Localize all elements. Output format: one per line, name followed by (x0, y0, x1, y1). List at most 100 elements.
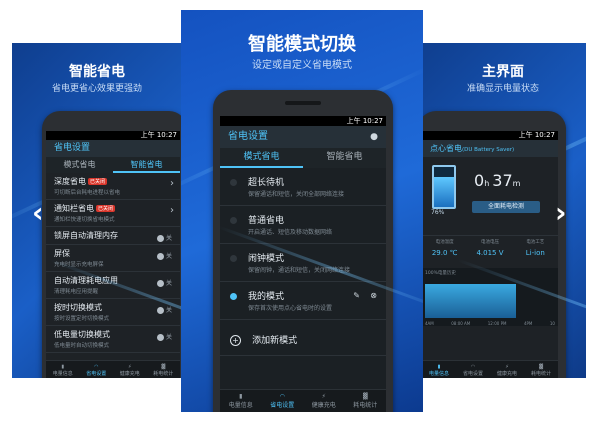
stat-label: 电池温度 (435, 240, 454, 245)
nav-label: 省电设置 (86, 371, 107, 377)
detect-button[interactable]: 全面耗电检测 (472, 201, 540, 213)
mode-row[interactable]: 闹钟模式 保留闹钟，通话和短信，关闭网络连接 (220, 244, 386, 282)
left-hero-title: 智能省电 (69, 64, 125, 80)
nav-gauge[interactable]: ◠ 省电设置 (456, 361, 490, 378)
next-arrow-icon[interactable]: › (555, 196, 567, 229)
chart-tick-label: 12:00 PM (487, 321, 507, 326)
close-icon[interactable]: ⊗ (370, 291, 377, 300)
setting-row[interactable]: 深度省电 已关闭 可切断后台耗电进程以省电 › (46, 173, 180, 200)
setting-row[interactable]: 按时切换模式按时设置定时切换模式 关 (46, 299, 180, 326)
nav-gauge[interactable]: ◠ 省电设置 (80, 361, 114, 378)
status-badge: 已关闭 (96, 205, 116, 212)
setting-row[interactable]: 锁屏自动清理内存 关 (46, 227, 180, 245)
nav-label: 健康充电 (311, 402, 336, 409)
toggle-switch[interactable]: 关 (156, 233, 172, 242)
user-icon[interactable]: ● (370, 126, 378, 148)
nav-battery[interactable]: ▮ 电量信息 (46, 361, 80, 378)
gauge-icon: ◠ (279, 393, 285, 400)
gauge-icon: ◠ (470, 364, 476, 370)
stat-value: 4.015 V (476, 249, 504, 257)
nav-label: 耗电统计 (530, 371, 551, 377)
mode-row[interactable]: 超长待机 保留通话和短信，关闭全部网络连接 (220, 168, 386, 206)
battery-percent: 76% (431, 209, 445, 216)
left-tab-mode[interactable]: 模式省电 (46, 157, 113, 173)
nav-label: 耗电统计 (353, 402, 378, 409)
toggle-knob-icon (156, 253, 164, 260)
nav-label: 电量信息 (52, 371, 73, 377)
nav-charging[interactable]: ⚡ 健康充电 (113, 361, 147, 378)
left-phone: 上午 10:27 省电设置 模式省电 智能省电 深度省电 已关闭 可切断后台耗电进程… (42, 111, 182, 378)
stat-value: Li-ion (525, 249, 545, 257)
battery-stat: 电池温度 29.0 ℃ (422, 236, 467, 268)
toggle-knob-icon (156, 235, 164, 242)
charging-icon: ⚡ (505, 364, 509, 370)
right-phone: 上午 10:27 点心省电(DU Battery Saver) 76% 0h 37… (420, 111, 566, 378)
toggle-switch[interactable]: 关 (156, 251, 172, 260)
chart-tick-label: 4AM (425, 321, 434, 326)
center-tab-smart[interactable]: 智能省电 (303, 148, 386, 168)
chevron-right-icon: › (170, 178, 174, 189)
nav-label: 电量信息 (428, 371, 449, 377)
setting-desc: 充电时显示充电屏保 (54, 262, 104, 268)
nav-battery[interactable]: ▮ 电量信息 (422, 361, 456, 378)
add-icon: + (230, 335, 241, 346)
stats-icon: ▓ (362, 393, 368, 400)
mode-desc: 保留闹钟，通话和短信，关闭网络连接 (248, 267, 351, 274)
nav-label: 健康充电 (496, 371, 517, 377)
battery-stat: 电池工艺 Li-ion (513, 236, 558, 268)
chart-tick-label: 10 (549, 321, 555, 326)
setting-desc: 低电量时自动切换模式 (54, 343, 110, 349)
nav-gauge[interactable]: ◠ 省电设置 (262, 390, 304, 412)
center-tab-mode[interactable]: 模式省电 (220, 148, 303, 168)
left-tab-smart[interactable]: 智能省电 (113, 157, 180, 173)
radio-icon[interactable] (230, 217, 237, 224)
setting-title: 自动清理耗电应用 (54, 276, 118, 285)
nav-label: 健康充电 (119, 371, 140, 377)
nav-stats[interactable]: ▓ 耗电统计 (345, 390, 387, 412)
mode-row[interactable]: 普通省电 开启通话、短信及移动数据网络 (220, 206, 386, 244)
nav-stats[interactable]: ▓ 耗电统计 (147, 361, 181, 378)
center-phone: 上午 10:27 省电设置 ● 模式省电 智能省电 超长待机 保留通话和短信，关闭… (213, 90, 393, 412)
center-app-bar: 省电设置 ● (220, 126, 386, 148)
setting-desc: 按时设置定时切换模式 (54, 316, 110, 322)
chart-label: 100%电量历史 (425, 271, 456, 276)
toggle-knob-icon (156, 307, 164, 314)
right-hero-subtitle: 准确显示电量状态 (466, 84, 539, 94)
toggle-switch[interactable]: 关 (156, 305, 172, 314)
nav-battery[interactable]: ▮ 电量信息 (220, 390, 262, 412)
mode-desc: 保留通话和短信，关闭全部网络连接 (248, 191, 345, 198)
right-app-bar: 点心省电(DU Battery Saver) (422, 140, 558, 157)
left-app-title: 省电设置 (46, 140, 180, 157)
setting-desc: 清理耗电应用提醒 (54, 289, 99, 295)
setting-row[interactable]: 自动清理耗电应用 清理耗电应用提醒 关 (46, 272, 180, 299)
setting-desc: 通知栏快速切换省电模式 (54, 217, 115, 223)
stats-icon: ▓ (161, 364, 166, 370)
setting-row[interactable]: 通知栏省电 已关闭 通知栏快速切换省电模式 › (46, 200, 180, 227)
stat-value: 29.0 ℃ (431, 249, 458, 257)
nav-charging[interactable]: ⚡ 健康充电 (490, 361, 524, 378)
mode-row[interactable]: 我的模式 保存首次使用点心省电时的设置 ✎ ⊗ (220, 282, 386, 320)
setting-title: 低电量切换模式 (54, 330, 110, 339)
setting-row[interactable]: 低电量切换模式 低电量时自动切换模式 关 (46, 326, 180, 353)
mode-desc: 开启通话、短信及移动数据网络 (248, 229, 333, 236)
center-app-title: 省电设置 (228, 131, 268, 142)
right-app-title: 点心省电 (430, 144, 462, 153)
radio-icon[interactable] (230, 179, 237, 186)
setting-title: 按时切换模式 (54, 303, 102, 312)
nav-charging[interactable]: ⚡ 健康充电 (303, 390, 345, 412)
prev-arrow-icon[interactable]: ‹ (32, 196, 44, 229)
radio-selected-icon[interactable] (230, 293, 237, 300)
toggle-switch[interactable]: 关 (156, 278, 172, 287)
mode-desc: 保存首次使用点心省电时的设置 (248, 305, 333, 312)
setting-row[interactable]: 屏保 充电时显示充电屏保 关 (46, 245, 180, 272)
left-status-time: 上午 10:27 (46, 131, 180, 140)
nav-stats[interactable]: ▓ 耗电统计 (524, 361, 558, 378)
setting-desc: 可切断后台耗电进程以省电 (54, 190, 121, 196)
add-mode-row[interactable]: + 添加新模式 (220, 320, 386, 356)
edit-icon[interactable]: ✎ (353, 291, 360, 300)
toggle-knob-icon (156, 334, 164, 341)
radio-icon[interactable] (230, 255, 237, 262)
status-badge: 已关闭 (88, 178, 108, 185)
stats-icon: ▓ (539, 364, 543, 370)
toggle-switch[interactable]: 关 (156, 332, 172, 341)
